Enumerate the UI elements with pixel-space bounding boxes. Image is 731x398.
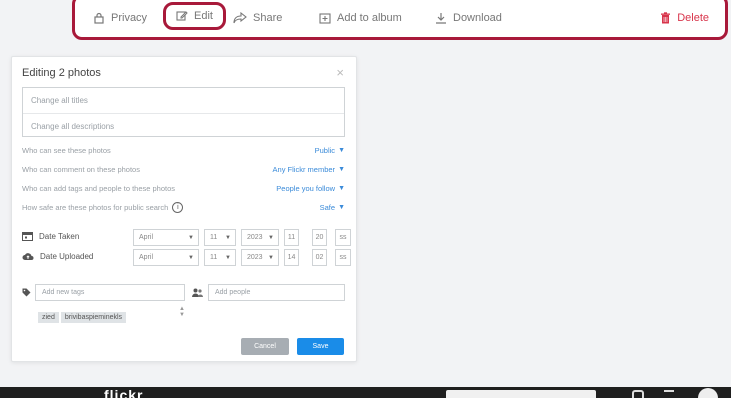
date-taken-minute-input[interactable]: 20 [312,229,327,246]
add-to-album-button[interactable]: Add to album [319,7,402,29]
close-icon[interactable]: × [336,65,344,80]
comment-label: Who can comment on these photos [22,164,140,174]
date-uploaded-year-select[interactable]: 2023 ▼ [241,249,279,266]
date-taken-row: Date Taken April ▼ 11 ▼ 2023 ▼ 11 20 ss [22,229,352,247]
date-uploaded-hour-input[interactable]: 14 [284,249,299,266]
year-value: 2023 [247,254,263,261]
caret-down-icon: ▼ [338,165,345,173]
caret-down-icon: ▼ [338,203,345,211]
safety-label: How safe are these photos for public sea… [22,202,169,212]
date-uploaded-minute-input[interactable]: 02 [312,249,327,266]
date-taken-second-input[interactable]: ss [335,229,351,246]
caret-down-icon: ▼ [268,254,274,261]
month-value: April [139,234,154,241]
tagging-label: Who can add tags and people to these pho… [22,183,176,193]
cancel-button[interactable]: Cancel [241,338,289,355]
caret-down-icon: ▼ [225,234,231,241]
album-icon [319,13,331,24]
caret-down-icon: ▼ [268,234,274,241]
visibility-label: Who can see these photos [22,145,111,155]
cloud-upload-icon [22,253,34,260]
year-value: 2023 [247,234,263,241]
safety-value: Safe [319,202,336,212]
dialog-title: Editing 2 photos [22,67,101,79]
tags-input[interactable]: Add new tags [35,284,185,301]
lock-icon [94,12,104,24]
photo-action-toolbar: Privacy Edit Share Add to album Download… [72,0,728,40]
caret-down-icon: ▼ [225,254,231,261]
toolbar-area: Privacy Edit Share Add to album Download… [0,0,731,44]
tag-chip[interactable]: zied [38,312,59,323]
edit-button[interactable]: Edit [163,2,226,30]
delete-button[interactable]: Delete [660,7,709,29]
download-button[interactable]: Download [435,7,502,29]
flickr-logo[interactable]: flickr [104,388,143,398]
trash-icon [661,12,671,24]
visibility-value: Public [314,145,336,155]
day-value: 11 [210,234,218,241]
date-taken-hour-input[interactable]: 11 [284,229,299,246]
date-taken-year-select[interactable]: 2023 ▼ [241,229,279,246]
delete-label: Delete [677,12,709,24]
titles-input[interactable]: Change all titles [23,88,344,113]
date-uploaded-month-select[interactable]: April ▼ [133,249,199,266]
visibility-select[interactable]: Public ▼ [315,146,345,155]
info-icon[interactable]: i [172,201,184,213]
download-label: Download [453,12,502,24]
privacy-button[interactable]: Privacy [93,7,147,29]
share-icon [233,12,247,24]
save-button[interactable]: Save [297,338,344,355]
edit-label: Edit [194,10,213,22]
month-value: April [139,254,154,261]
comment-select[interactable]: Any Flickr member ▼ [273,165,345,174]
date-taken-day-select[interactable]: 11 ▼ [204,229,236,246]
people-input[interactable]: Add people [208,284,345,301]
upload-icon[interactable] [632,390,644,398]
flickr-header-bar: flickr [0,387,731,398]
tagging-select[interactable]: People you follow ▼ [276,184,345,193]
avatar[interactable] [698,388,718,398]
caret-down-icon: ▼ [188,254,194,261]
tag-icon [22,288,31,297]
tagging-option: Who can add tags and people to these pho… [22,181,345,195]
safety-option: How safe are these photos for public sea… [22,200,345,214]
add-to-album-label: Add to album [337,12,402,24]
download-icon [436,13,446,24]
privacy-label: Privacy [111,12,148,24]
calendar-icon [22,232,33,241]
day-value: 11 [210,254,218,261]
date-uploaded-label: Date Uploaded [40,251,94,261]
edit-photos-dialog: Editing 2 photos × Change all titles Cha… [11,56,357,362]
date-taken-label-wrap: Date Taken [22,231,79,241]
caret-down-icon: ▼ [188,234,194,241]
date-taken-label: Date Taken [39,231,80,241]
titles-descriptions-box: Change all titles Change all description… [22,87,345,137]
visibility-option: Who can see these photos Public ▼ [22,143,345,157]
date-taken-month-select[interactable]: April ▼ [133,229,199,246]
tags-list: zied brivibaspieminekls [35,303,185,327]
edit-icon [176,11,188,21]
search-input[interactable] [446,390,596,398]
share-label: Share [253,12,283,24]
caret-down-icon: ▼ [338,146,345,154]
comment-value: Any Flickr member [272,164,336,174]
date-uploaded-day-select[interactable]: 11 ▼ [204,249,236,266]
tags-scroll-icon[interactable]: ▲ ▼ [179,306,185,318]
share-button[interactable]: Share [233,7,282,29]
tag-chip[interactable]: brivibaspieminekls [60,312,127,323]
caret-down-icon: ▼ [338,184,345,192]
descriptions-input[interactable]: Change all descriptions [23,113,344,138]
safety-select[interactable]: Safe ▼ [320,203,345,212]
date-uploaded-second-input[interactable]: ss [335,249,351,266]
notifications-icon[interactable] [664,390,674,398]
tagging-value: People you follow [276,183,336,193]
comment-option: Who can comment on these photos Any Flic… [22,162,345,176]
date-uploaded-label-wrap: Date Uploaded [22,251,93,261]
safety-label-wrap: How safe are these photos for public sea… [22,201,184,213]
people-icon [192,288,203,297]
date-uploaded-row: Date Uploaded April ▼ 11 ▼ 2023 ▼ 14 02 ss [22,249,352,267]
